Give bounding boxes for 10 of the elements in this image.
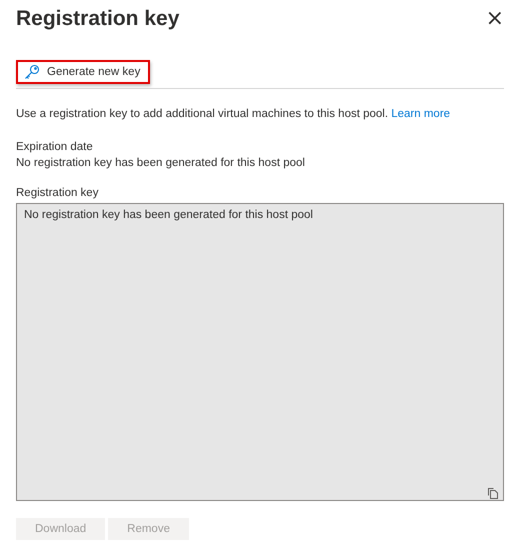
description-text: Use a registration key to add additional virtual machines to this host pool. Learn more	[16, 108, 452, 120]
registration-key-label: Registration key	[16, 186, 100, 201]
expiration-label: Expiration date	[16, 140, 94, 155]
learn-more-link[interactable]: Learn more	[391, 108, 450, 120]
close-button[interactable]: ×	[486, 8, 504, 30]
panel-title: Registration key	[16, 7, 180, 31]
generate-key-button[interactable]: Generate new key	[16, 60, 150, 84]
copy-icon[interactable]	[488, 488, 498, 499]
key-icon	[24, 64, 40, 80]
expiration-value: No registration key has been generated for this host pool	[16, 156, 306, 171]
